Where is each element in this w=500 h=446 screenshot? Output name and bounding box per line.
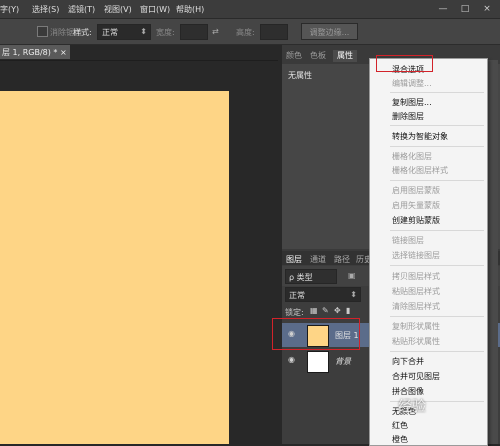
menu-separator (390, 125, 484, 126)
watermark: 经验 (398, 399, 426, 415)
chevron-down-icon: ⬍ (140, 27, 147, 36)
menu-view[interactable]: 视图(V) (104, 4, 132, 15)
menu-item-rasterize-style: 栅格化图层样式 (392, 166, 448, 175)
move-icon[interactable]: ✥ (334, 306, 341, 315)
context-menu: 混合选项... 编辑调整... 复制图层... 删除图层 转换为智能对象 栅格化… (369, 58, 488, 446)
width-label: 宽度: (156, 28, 175, 37)
eye-icon[interactable]: ◉ (288, 356, 298, 364)
menu-separator (390, 316, 484, 317)
tab-color[interactable]: 颜色 (286, 50, 302, 62)
menu-item-copy-style: 拷贝图层样式 (392, 272, 440, 281)
style-label: 样式: (73, 28, 92, 37)
menu-item-clear-style: 清除图层样式 (392, 302, 440, 311)
maximize-icon[interactable]: □ (458, 3, 472, 15)
menu-window[interactable]: 窗口(W) (140, 4, 170, 15)
menu-filter[interactable]: 滤镜(T) (68, 4, 95, 15)
menu-separator (390, 180, 484, 181)
menu-separator (390, 265, 484, 266)
scrollbar[interactable] (488, 60, 498, 444)
tab-channels[interactable]: 通道 (310, 254, 326, 265)
width-input[interactable] (180, 24, 208, 40)
menu-item-create-clipping-mask[interactable]: 创建剪贴蒙版 (392, 215, 440, 226)
brush-icon[interactable]: ✎ (322, 306, 329, 315)
menu-item-link-layers: 链接图层 (392, 236, 424, 245)
menu-help[interactable]: 帮助(H) (176, 4, 204, 15)
blend-mode-row: 正常 ⬍ (282, 287, 368, 302)
menu-item-paste-style: 粘贴图层样式 (392, 287, 440, 296)
tab-paths[interactable]: 路径 (334, 254, 350, 265)
window-controls: — □ × (434, 0, 500, 18)
style-value: 正常 (102, 28, 118, 37)
divider (0, 60, 278, 61)
menu-item-duplicate-layer[interactable]: 复制图层... (392, 97, 432, 108)
layer-highlight-box (272, 318, 360, 350)
menu-item-convert-smart-object[interactable]: 转换为智能对象 (392, 131, 448, 142)
menu-item-merge-down[interactable]: 向下合并 (392, 356, 424, 367)
no-properties-text: 无属性 (288, 71, 312, 80)
menu-item-delete-layer[interactable]: 删除图层 (392, 111, 424, 122)
anti-alias-checkbox[interactable] (37, 26, 48, 37)
document-tab-title: 层 1, RGB/8) * × (2, 48, 67, 57)
menu-item-enable-layer-mask: 启用图层蒙版 (392, 186, 440, 195)
lock-label: 锁定: (285, 308, 304, 317)
style-select[interactable]: 正常 ⬍ (97, 24, 151, 40)
menu-item-paste-shape: 粘贴形状属性 (392, 337, 440, 346)
menu-separator (390, 146, 484, 147)
menu-select[interactable]: 选择(S) (32, 4, 59, 15)
document-tab[interactable]: 层 1, RGB/8) * × (0, 45, 70, 59)
swap-icon[interactable]: ⇄ (212, 27, 219, 36)
menu-type[interactable]: 字(Y) (0, 4, 19, 15)
lock-row: 锁定: ▦ ✎ ✥ ▮ (282, 305, 368, 319)
refine-edge-button[interactable]: 调整边缘... (301, 23, 358, 40)
menu-item-copy-shape: 复制形状属性 (392, 322, 440, 331)
menu-item-enable-vector-mask: 启用矢量蒙版 (392, 201, 440, 210)
menu-separator (390, 92, 484, 93)
tab-layers[interactable]: 图层 (286, 254, 302, 265)
height-input[interactable] (260, 24, 288, 40)
layer-thumbnail (307, 351, 329, 373)
menu-highlight-box (376, 55, 433, 72)
tab-properties[interactable]: 属性 (333, 50, 357, 62)
chevron-down-icon: ⬍ (350, 290, 357, 299)
image-filter-icon[interactable]: ▣ (348, 271, 356, 280)
menu-item-edit-adjustment: 编辑调整... (392, 79, 432, 88)
menu-separator (390, 230, 484, 231)
options-bar: 消除锯齿 样式: 正常 ⬍ 宽度: ⇄ 高度: 调整边缘... (0, 19, 500, 45)
menu-bar: 字(Y) 选择(S) 滤镜(T) 视图(V) 窗口(W) 帮助(H) (0, 0, 500, 19)
minimize-icon[interactable]: — (436, 3, 450, 15)
layer-name: 背景 (335, 357, 351, 366)
tab-swatches[interactable]: 色板 (310, 50, 326, 62)
menu-item-orange[interactable]: 橙色 (392, 434, 408, 445)
blend-mode-select[interactable]: 正常 ⬍ (285, 287, 361, 302)
menu-item-rasterize-layer: 栅格化图层 (392, 152, 432, 161)
menu-item-merge-visible[interactable]: 合并可见图层 (392, 371, 440, 382)
lock-icon[interactable]: ▮ (346, 306, 350, 315)
height-label: 高度: (236, 28, 255, 37)
close-icon[interactable]: × (480, 3, 494, 15)
menu-separator (390, 351, 484, 352)
lock-pixels-icon[interactable]: ▦ (310, 306, 318, 315)
layer-filter-select[interactable]: ρ 类型 (285, 269, 337, 284)
menu-item-select-linked: 选择链接图层 (392, 251, 440, 260)
menu-item-red[interactable]: 红色 (392, 420, 408, 431)
document-canvas[interactable] (0, 91, 229, 444)
